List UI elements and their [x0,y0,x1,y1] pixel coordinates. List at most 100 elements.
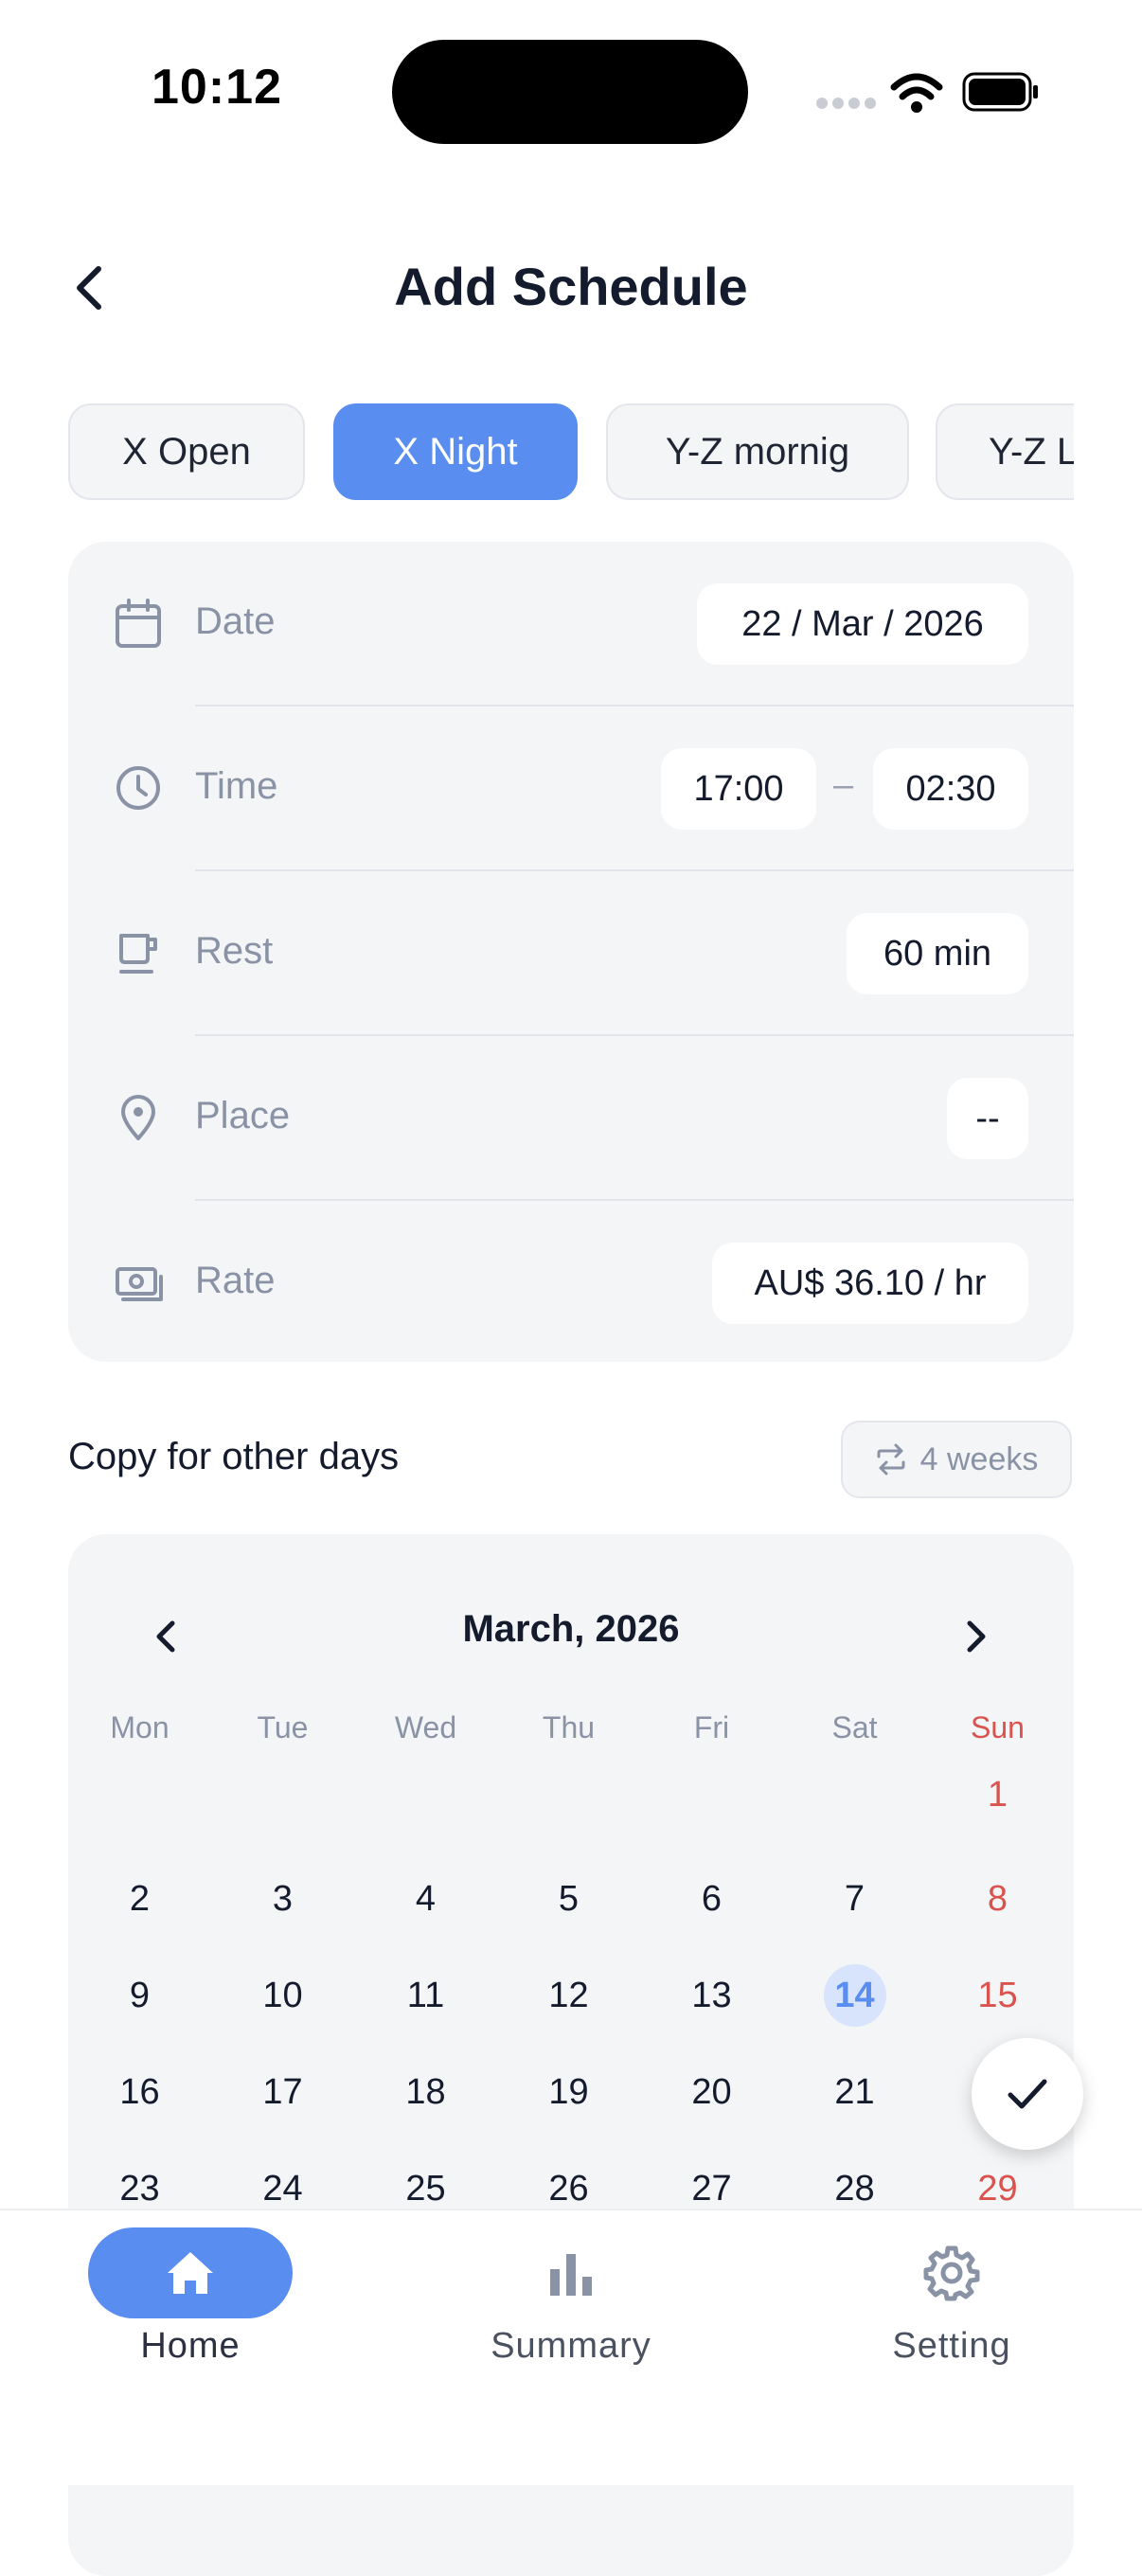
status-time: 10:12 [152,60,282,115]
calendar-day[interactable]: 18 [354,2059,497,2125]
battery-icon [962,72,1038,112]
calendar-day[interactable]: 19 [497,2059,640,2125]
calendar-day-number: 29 [977,2169,1018,2209]
calendar-day[interactable]: 2 [68,1866,211,1932]
cellular-signal-icon [816,97,881,114]
nav-label-summary: Summary [491,2326,651,2366]
preset-chip-y-z-mornig[interactable]: Y-Z mornig [606,403,909,500]
weekday-mon: Mon [110,1710,170,1744]
calendar-day-number: 17 [262,2072,303,2112]
preset-chip-x-night[interactable]: X Night [333,403,578,500]
weekday-tue: Tue [257,1710,309,1744]
repeat-icon [877,1443,905,1476]
calendar-day-number: 3 [272,1879,294,1919]
calendar-day-number: 24 [262,2169,303,2209]
cup-icon [119,934,157,974]
weekday-sat: Sat [831,1710,878,1744]
nav-label-home: Home [140,2326,241,2366]
rate-value-field[interactable]: AU$ 36.10 / hr [712,1243,1028,1324]
bar-chart-icon [550,2254,592,2296]
checkmark-icon [1008,2079,1047,2109]
calendar-day-number: 16 [119,2072,160,2112]
time-separator: – [833,765,854,805]
nav-tab-home[interactable]: Home [0,2210,381,2400]
calendar-day-number: 28 [834,2169,875,2209]
next-month-icon[interactable] [953,1610,998,1663]
calendar-day-number: 15 [977,1976,1018,2015]
calendar-day[interactable]: 16 [68,2059,211,2125]
calendar-day-number: 11 [406,1976,445,2015]
place-label: Place [195,1095,291,1136]
calendar-day-number: 18 [405,2072,446,2112]
confirm-button[interactable] [972,2038,1083,2150]
calendar-day[interactable]: 12 [497,1962,640,2029]
location-pin-icon [121,1095,155,1140]
calendar-day[interactable]: 20 [640,2059,783,2125]
date-value-field[interactable]: 22 / Mar / 2026 [697,583,1028,665]
calendar-day-number: 1 [987,1775,1008,1815]
calendar-day[interactable]: 6 [640,1866,783,1932]
end-time-field[interactable]: 02:30 [873,748,1028,830]
calendar-day-number: 12 [548,1976,589,2015]
calendar-day[interactable]: 7 [783,1866,926,1932]
weekday-fri: Fri [693,1710,730,1744]
calendar-day-number: 8 [987,1879,1008,1919]
rate-label: Rate [195,1260,276,1301]
calendar-day[interactable]: 15 [926,1962,1069,2029]
clock-icon [116,766,160,810]
preset-chip-y-z-l[interactable]: Y-Z L [936,403,1074,500]
calendar-day[interactable]: 11 [354,1962,497,2029]
weekday-wed: Wed [394,1710,457,1744]
nav-label-setting: Setting [892,2326,1011,2366]
calendar-day[interactable]: 3 [211,1866,354,1932]
calendar-day-number: 7 [844,1879,865,1919]
calendar-day[interactable]: 9 [68,1962,211,2029]
calendar-day-number: 26 [548,2169,589,2209]
dynamic-island [392,40,748,144]
weekday-sun: Sun [971,1710,1025,1744]
calendar-day-number: 5 [558,1879,580,1919]
gear-icon [923,2245,980,2301]
calendar-day-number: 25 [405,2169,446,2209]
calendar-day[interactable]: 13 [640,1962,783,2029]
calendar-month-label: March, 2026 [462,1608,680,1650]
calendar-day-number: 19 [548,2072,589,2112]
preset-chip-x-open[interactable]: X Open [68,403,305,500]
calendar-day-number: 4 [415,1879,437,1919]
calendar-icon [116,599,161,648]
time-label: Time [195,765,278,807]
date-row: Date 22 / Mar / 2026 [68,542,1074,707]
nav-tab-setting[interactable]: Setting [761,2210,1142,2400]
calendar-day[interactable]: 4 [354,1866,497,1932]
bottom-navigation: Home Summary Setting [0,2209,1142,2485]
repeat-weeks-button[interactable]: 4 weeks [841,1421,1072,1498]
calendar-day-number: 10 [262,1976,303,2015]
calendar-day-number: 6 [701,1879,723,1919]
calendar-day-number: 14 [823,1964,886,2027]
calendar-day-number: 27 [691,2169,732,2209]
calendar-day[interactable]: 5 [497,1866,640,1932]
place-row: Place -- [68,1036,1074,1201]
calendar-day-number: 9 [129,1976,151,2015]
rate-row: Rate AU$ 36.10 / hr [68,1201,1074,1362]
calendar-day[interactable]: 21 [783,2059,926,2125]
calendar-day[interactable]: 17 [211,2059,354,2125]
date-label: Date [195,600,276,642]
rest-value-field[interactable]: 60 min [847,913,1028,994]
copy-other-days-label: Copy for other days [68,1436,400,1477]
calendar-day-number: 13 [691,1976,732,2015]
page-title: Add Schedule [394,257,748,316]
calendar-day[interactable]: 14 [783,1962,926,2029]
weekday-thu: Thu [542,1710,596,1744]
preset-chip-row[interactable]: X Open X Night Y-Z mornig Y-Z L [68,403,1074,504]
nav-tab-summary[interactable]: Summary [381,2210,761,2400]
weeks-label: 4 weeks [919,1440,1039,1477]
rest-label: Rest [195,930,274,972]
start-time-field[interactable]: 17:00 [661,748,816,830]
calendar-day[interactable]: 8 [926,1866,1069,1932]
place-value-field[interactable]: -- [947,1078,1028,1159]
calendar-day[interactable]: 1 [926,1762,1069,1828]
rest-row: Rest 60 min [68,871,1074,1036]
money-icon [116,1267,163,1301]
calendar-day[interactable]: 10 [211,1962,354,2029]
